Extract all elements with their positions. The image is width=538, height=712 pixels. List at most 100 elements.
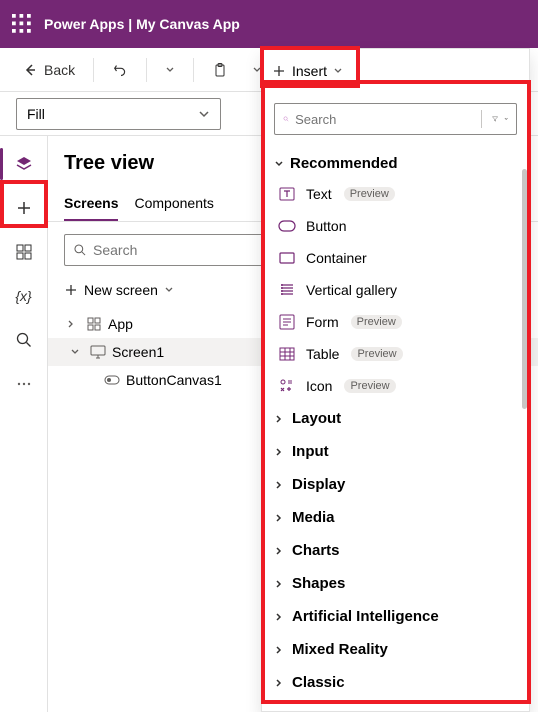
category-display[interactable]: Display (274, 468, 517, 501)
search-icon (283, 112, 289, 126)
insert-item-table[interactable]: TablePreview (274, 338, 517, 370)
toolbar-divider (193, 58, 194, 82)
insert-item-container[interactable]: Container (274, 242, 517, 274)
category-label: Layout (292, 410, 341, 427)
category-label: Artificial Intelligence (292, 608, 439, 625)
undo-icon (112, 62, 128, 78)
chevron-right-icon (274, 612, 284, 622)
category-input[interactable]: Input (274, 435, 517, 468)
category-shapes[interactable]: Shapes (274, 567, 517, 600)
plus-icon (15, 199, 33, 217)
container-icon (278, 249, 296, 267)
chevron-right-icon (274, 414, 284, 424)
category-label: Media (292, 509, 335, 526)
group-label: Recommended (290, 155, 398, 172)
chevron-right-icon (274, 678, 284, 688)
text-icon (278, 185, 296, 203)
rail-more[interactable] (4, 364, 44, 404)
category-classic[interactable]: Classic (274, 666, 517, 699)
category-label: Display (292, 476, 345, 493)
chevron-right-icon (274, 513, 284, 523)
tab-components[interactable]: Components (134, 187, 213, 221)
insert-label: Insert (292, 63, 327, 79)
rail-data[interactable] (4, 232, 44, 272)
insert-item-label: Container (306, 250, 367, 266)
insert-list: Recommended Text Preview Button Container Ve… (262, 145, 529, 711)
grid-icon (15, 243, 33, 261)
insert-item-form[interactable]: Form Preview (274, 306, 517, 338)
rail-variables[interactable]: {x} (4, 276, 44, 316)
filter-icon[interactable] (492, 112, 498, 126)
insert-item-label: Form (306, 314, 339, 330)
toolbar-divider (146, 58, 147, 82)
arrow-left-icon (22, 62, 38, 78)
waffle-icon[interactable] (12, 14, 32, 34)
insert-item-text[interactable]: Text Preview (274, 178, 517, 210)
chevron-down-icon (198, 108, 210, 120)
button-icon (278, 217, 296, 235)
insert-button[interactable]: Insert (262, 49, 529, 93)
search-icon (73, 243, 87, 257)
screen-icon (90, 345, 106, 359)
insert-item-label: Table (306, 346, 339, 362)
preview-badge: Preview (344, 379, 395, 393)
more-icon (16, 376, 32, 392)
rail-tree-view[interactable] (4, 144, 44, 184)
category-layout[interactable]: Layout (274, 402, 517, 435)
insert-search-wrap (262, 93, 529, 145)
chevron-right-icon (274, 546, 284, 556)
category-label: Charts (292, 542, 340, 559)
property-name: Fill (27, 106, 45, 122)
insert-item-label: Text (306, 186, 332, 202)
chevron-down-icon (274, 159, 284, 169)
tree-item-label: ButtonCanvas1 (126, 372, 222, 388)
icon-icon (278, 377, 296, 395)
back-label: Back (44, 62, 75, 78)
rail-search[interactable] (4, 320, 44, 360)
app-header: Power Apps | My Canvas App (0, 0, 538, 48)
insert-search-box[interactable] (274, 103, 517, 135)
preview-badge: Preview (344, 187, 395, 201)
preview-badge: Preview (351, 315, 402, 329)
category-mixed-reality[interactable]: Mixed Reality (274, 633, 517, 666)
undo-split-button[interactable] (155, 59, 185, 81)
chevron-right-icon (66, 319, 80, 329)
category-media[interactable]: Media (274, 501, 517, 534)
paste-button[interactable] (202, 56, 238, 84)
undo-button[interactable] (102, 56, 138, 84)
app-icon (86, 317, 102, 331)
insert-search-input[interactable] (295, 112, 471, 127)
table-icon (278, 345, 296, 363)
category-artificial-intelligence[interactable]: Artificial Intelligence (274, 600, 517, 633)
property-selector[interactable]: Fill (16, 98, 221, 130)
chevron-down-icon[interactable] (504, 114, 508, 124)
category-charts[interactable]: Charts (274, 534, 517, 567)
clipboard-icon (212, 62, 228, 78)
chevron-down-icon (70, 347, 84, 357)
tree-item-label: Screen1 (112, 344, 164, 360)
rail-insert[interactable] (4, 188, 44, 228)
plus-icon (272, 64, 286, 78)
chevron-right-icon (274, 480, 284, 490)
back-button[interactable]: Back (12, 56, 85, 84)
header-title: Power Apps | My Canvas App (44, 16, 240, 32)
chevron-down-icon (333, 66, 343, 76)
form-icon (278, 313, 296, 331)
new-screen-label: New screen (84, 282, 158, 298)
gallery-icon (278, 281, 296, 299)
chevron-right-icon (274, 447, 284, 457)
insert-item-button[interactable]: Button (274, 210, 517, 242)
scrollbar-thumb[interactable] (522, 169, 527, 409)
plus-icon (64, 283, 78, 297)
insert-item-label: Icon (306, 378, 332, 394)
tree-item-label: App (108, 316, 133, 332)
tab-screens[interactable]: Screens (64, 187, 118, 221)
chevron-right-icon (274, 579, 284, 589)
insert-item-label: Button (306, 218, 346, 234)
group-recommended[interactable]: Recommended (274, 145, 517, 178)
insert-item-vertical-gallery[interactable]: Vertical gallery (274, 274, 517, 306)
insert-item-icon[interactable]: Icon Preview (274, 370, 517, 402)
insert-panel: Insert Recommended Text Preview Button Cont… (261, 48, 530, 712)
toolbar-divider (93, 58, 94, 82)
category-label: Classic (292, 674, 345, 691)
